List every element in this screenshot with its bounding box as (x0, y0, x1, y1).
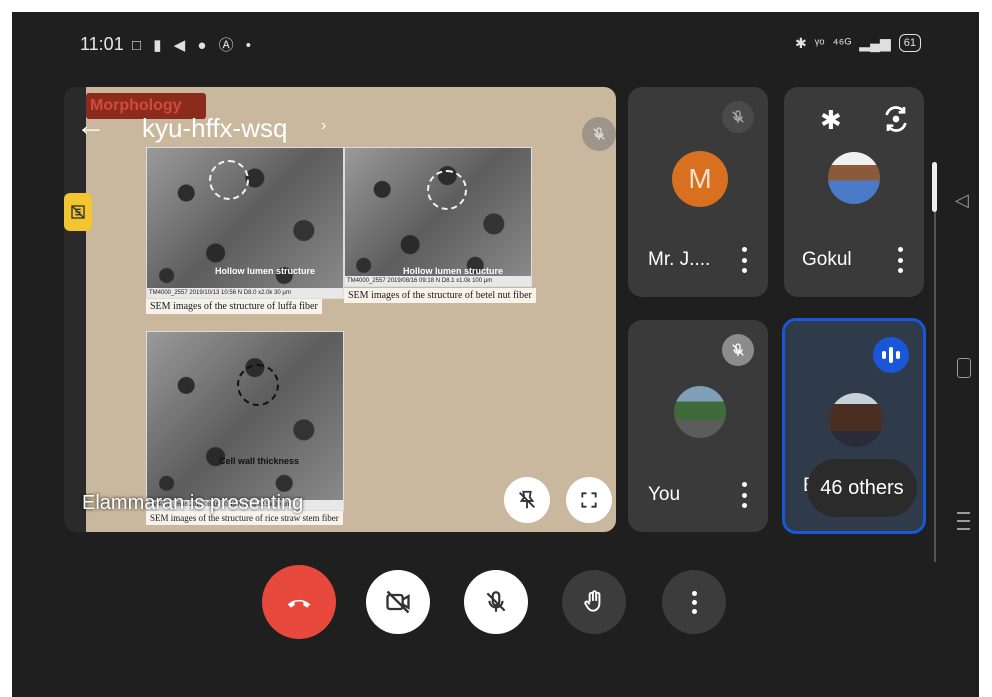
nav-home-icon[interactable] (957, 358, 971, 378)
raise-hand-button[interactable] (562, 570, 626, 634)
presenting-label: Elammaran is presenting (82, 492, 304, 514)
camera-toggle-button[interactable] (366, 570, 430, 634)
participant-name: Gokul (802, 249, 852, 270)
chevron-right-icon[interactable]: › (321, 117, 326, 135)
phone-hangup-icon (287, 599, 311, 608)
participant-tile[interactable]: You (628, 320, 768, 532)
mic-off-icon (582, 117, 616, 151)
hand-icon (584, 590, 601, 612)
mic-off-icon (486, 591, 506, 612)
sem-label: Hollow lumen structure (215, 266, 316, 276)
status-time: 11:01 (80, 34, 124, 54)
nav-back-icon[interactable]: ◁ (955, 190, 969, 211)
others-count-pill[interactable]: 46 others (807, 459, 917, 517)
meet-screen: 11:01 □ ▮ ◀ ● Ⓐ • ✱ ᵞᵒ ⁴⁶ᴳ ▂▄▆ 61 Morpho… (12, 12, 979, 697)
tiles-scrollbar[interactable] (932, 162, 938, 562)
network-4g-icon: ⁴⁶ᴳ (832, 35, 852, 51)
more-options-button[interactable] (662, 570, 726, 634)
sem-caption: SEM images of the structure of betel nut… (344, 288, 536, 303)
avatar (674, 386, 726, 438)
status-bar: 11:01 □ ▮ ◀ ● Ⓐ • ✱ ᵞᵒ ⁴⁶ᴳ ▂▄▆ 61 (12, 12, 979, 72)
speaking-indicator-icon (873, 337, 909, 373)
status-left-icons: □ ▮ ◀ ● Ⓐ • (132, 37, 255, 54)
highlight-circle (209, 160, 249, 200)
more-vertical-icon[interactable] (740, 482, 748, 508)
avatar (828, 152, 880, 204)
mic-off-icon (722, 334, 754, 366)
scroll-thumb[interactable] (932, 162, 937, 212)
bluetooth-status-icon: ✱ (795, 34, 807, 51)
participant-name: Mr. J.... (648, 249, 711, 270)
participant-tile[interactable]: ✱ Gokul (784, 87, 924, 297)
mic-toggle-button[interactable] (464, 570, 528, 634)
avatar: M (672, 151, 728, 207)
camera-off-icon (386, 590, 410, 614)
more-vertical-icon[interactable] (740, 247, 748, 273)
presentation-badge-icon[interactable] (64, 193, 92, 231)
arrow-left-icon[interactable]: ← (76, 111, 106, 141)
sem-image-betel: Hollow lumen structure TM4000_2557 2019/… (344, 147, 532, 287)
unpin-button[interactable] (504, 477, 550, 523)
shared-slide: Morphology Hollow lumen structure TM4000… (86, 87, 616, 532)
others-tile[interactable]: El 46 others (782, 318, 926, 534)
switch-camera-icon[interactable] (880, 103, 912, 135)
bluetooth-icon[interactable]: ✱ (820, 105, 842, 136)
sem-caption: SEM images of the structure of luffa fib… (146, 299, 322, 314)
avatar (829, 393, 883, 447)
mic-off-icon (722, 101, 754, 133)
nav-recents-icon[interactable] (957, 512, 970, 530)
status-right-icons: ✱ ᵞᵒ ⁴⁶ᴳ ▂▄▆ 61 (795, 34, 921, 52)
battery-icon: 61 (898, 34, 921, 52)
pin-off-icon (519, 490, 535, 509)
sem-label: Cell wall thickness (219, 456, 300, 466)
participant-tile[interactable]: M Mr. J.... (628, 87, 768, 297)
signal-icon: ▂▄▆ (859, 34, 891, 51)
volte-icon: ᵞᵒ (814, 35, 825, 51)
more-vertical-icon (691, 590, 697, 614)
meeting-code[interactable]: kyu-hffx-wsq (142, 113, 287, 144)
presentation-view[interactable]: Morphology Hollow lumen structure TM4000… (64, 87, 616, 532)
fullscreen-button[interactable] (566, 477, 612, 523)
more-vertical-icon[interactable] (896, 247, 904, 273)
end-call-button[interactable] (262, 565, 336, 639)
highlight-circle (237, 364, 279, 406)
fullscreen-icon (581, 492, 597, 508)
highlight-circle (427, 170, 467, 210)
sem-image-rice-straw: Cell wall thickness TM4000_0608 2019/08/… (146, 331, 344, 511)
meeting-header: ← kyu-hffx-wsq › (64, 87, 616, 147)
participant-name: You (648, 484, 681, 505)
sem-meta: TM4000_2557 2019/10/13 10:56 N D8.0 x2.0… (147, 288, 343, 298)
sem-meta: TM4000_2557 2019/08/16 09:18 N D8.1 x1.0… (345, 276, 531, 286)
sem-label: Hollow lumen structure (403, 266, 504, 276)
sem-image-luffa: Hollow lumen structure TM4000_2557 2019/… (146, 147, 344, 299)
